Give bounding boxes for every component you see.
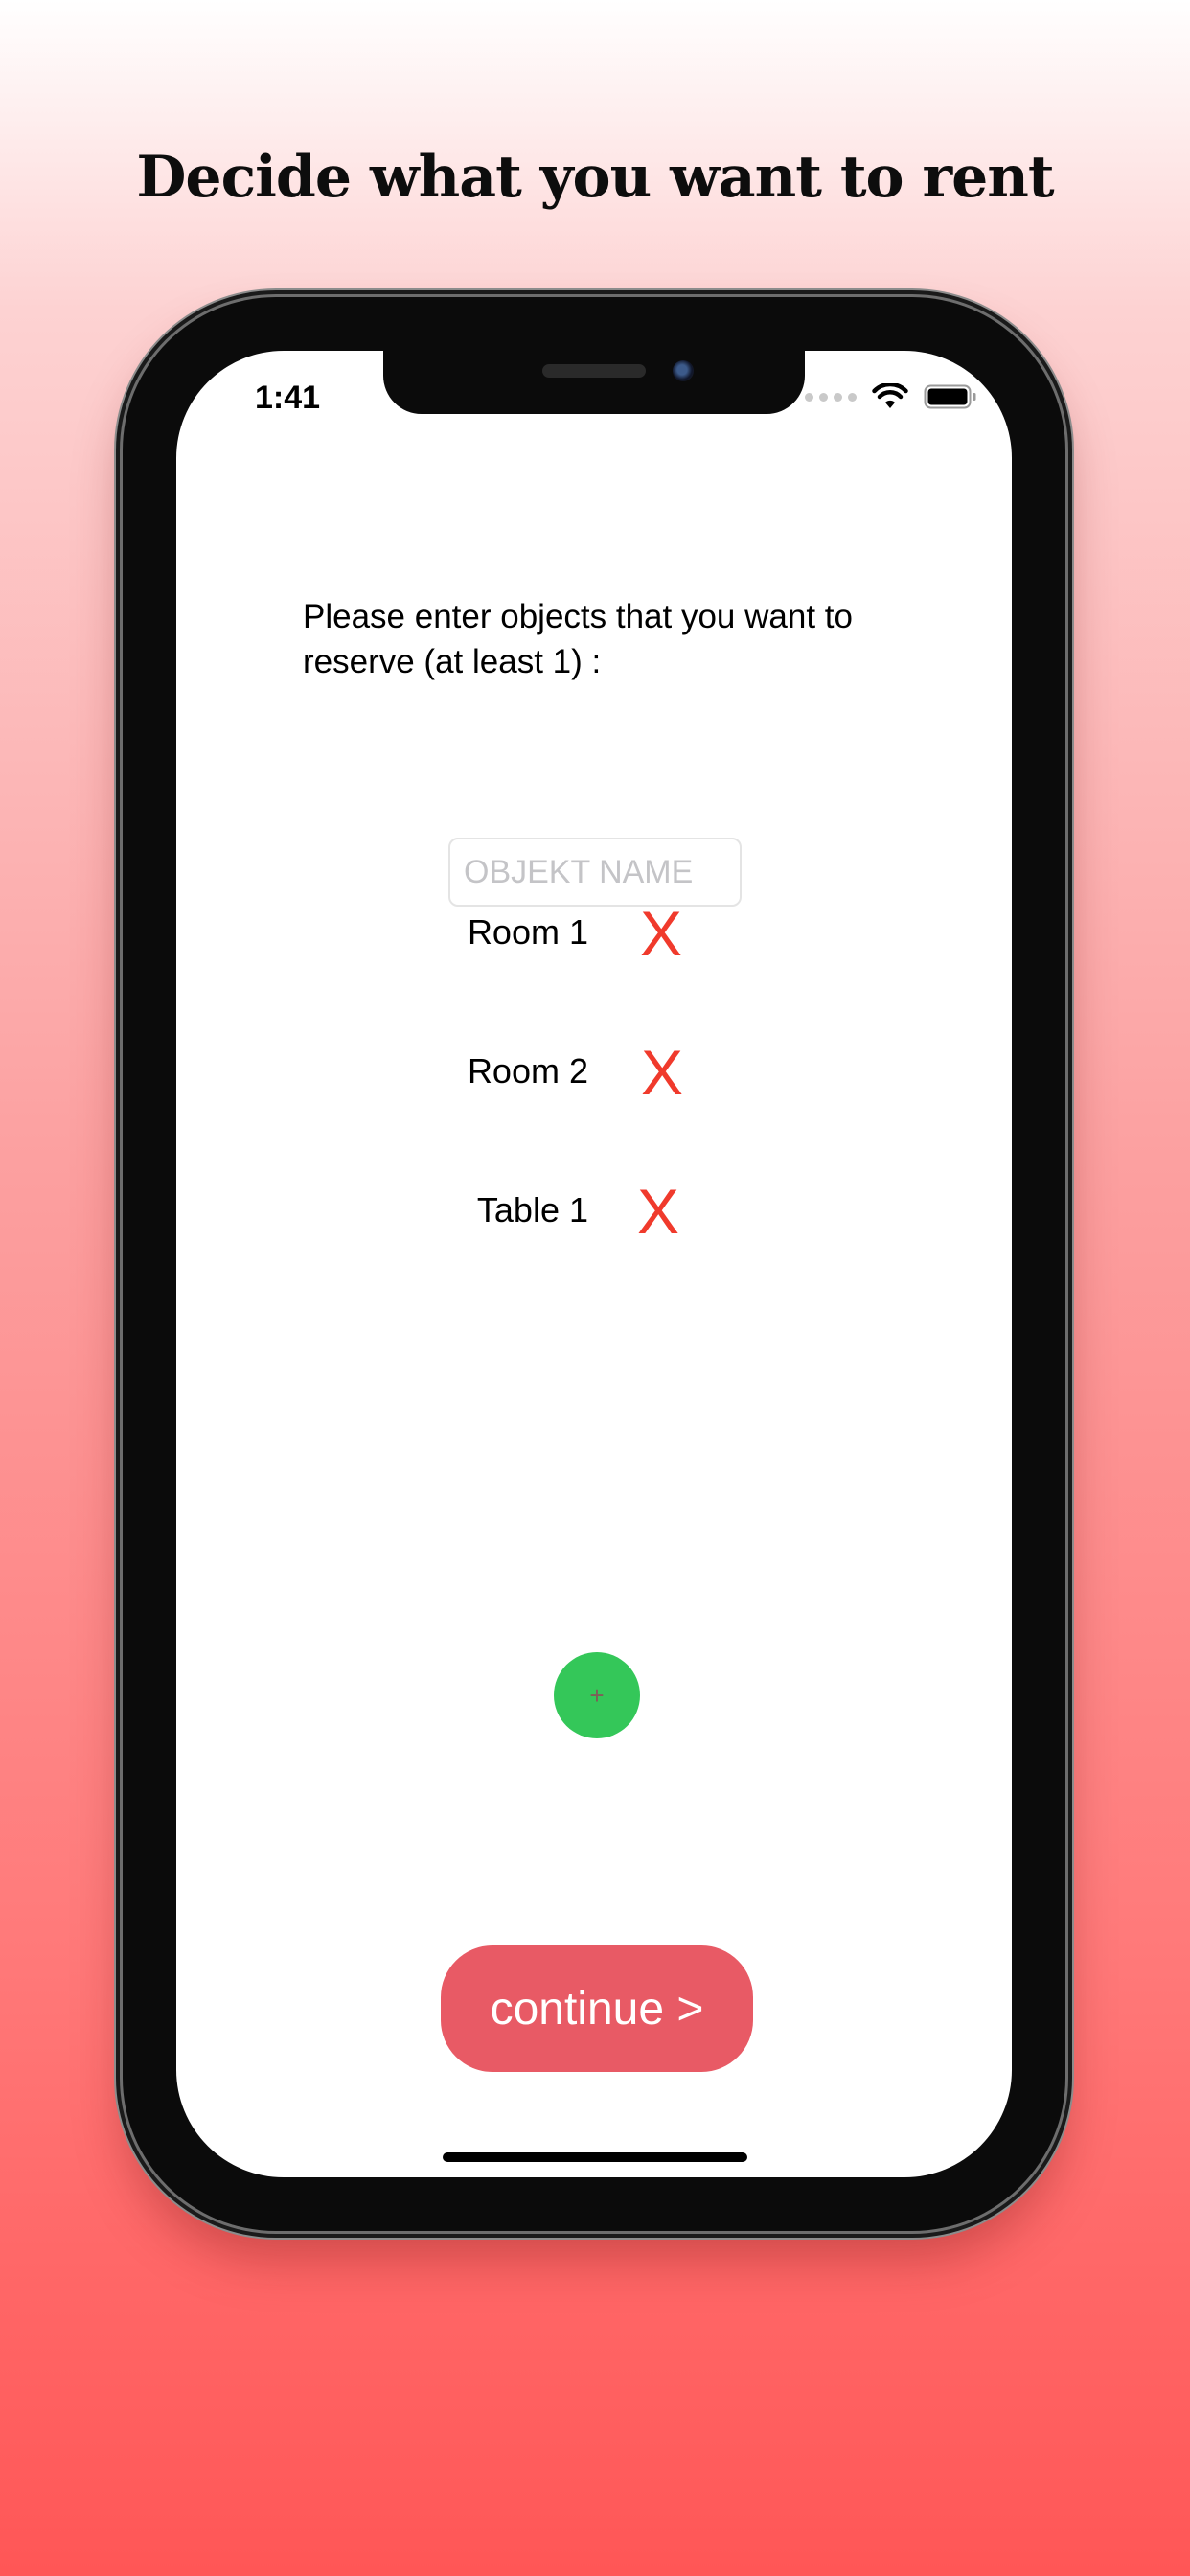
phone-frame: 1:41 Please enter objects that you want …	[123, 297, 1065, 2231]
wifi-icon	[872, 383, 908, 408]
phone-notch	[383, 351, 805, 414]
instruction-text: Please enter objects that you want to re…	[303, 598, 853, 680]
object-row: Room 2 X	[176, 1030, 1012, 1116]
continue-button[interactable]: continue >	[441, 1945, 753, 2072]
remove-object-button[interactable]: X	[641, 1034, 683, 1111]
battery-icon	[924, 384, 976, 409]
plus-icon: +	[589, 1681, 605, 1710]
object-row: Room 1 X	[176, 891, 1012, 978]
speaker-grille	[542, 364, 646, 378]
status-icons	[805, 383, 977, 410]
remove-object-button[interactable]: X	[637, 1173, 679, 1250]
object-label: Room 2	[467, 1051, 588, 1091]
object-label: Room 1	[467, 912, 588, 952]
object-label: Table 1	[476, 1190, 588, 1230]
front-camera	[673, 360, 694, 381]
add-object-button[interactable]: +	[554, 1652, 640, 1738]
status-time: 1:41	[255, 380, 321, 416]
remove-object-button[interactable]: X	[640, 895, 682, 972]
app-screen: 1:41 Please enter objects that you want …	[176, 351, 1012, 2177]
signal-dots-icon	[805, 392, 857, 402]
home-indicator[interactable]	[443, 2152, 747, 2162]
promo-headline: Decide what you want to rent	[136, 144, 1054, 211]
object-row: Table 1 X	[176, 1169, 1012, 1255]
